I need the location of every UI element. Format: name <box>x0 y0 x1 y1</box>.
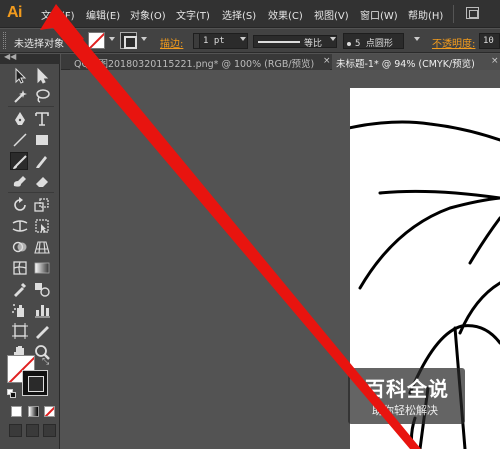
opacity-field[interactable]: 10 <box>479 33 500 49</box>
eraser-tool-icon[interactable] <box>33 172 51 190</box>
none-mode-icon[interactable] <box>44 406 55 417</box>
tools-panel-header: ◀◀ <box>0 52 60 64</box>
draw-inside-icon[interactable] <box>43 424 56 437</box>
stroke-panel-link[interactable]: 描边: <box>160 35 183 50</box>
grip-handle[interactable] <box>3 32 6 49</box>
menu-effect[interactable]: 效果(C) <box>268 7 303 22</box>
menu-type[interactable]: 文字(T) <box>176 7 210 22</box>
selection-status: 未选择对象 <box>14 39 64 50</box>
menu-select[interactable]: 选择(S) <box>222 7 256 22</box>
scale-tool-icon[interactable] <box>33 196 51 214</box>
default-stroke-icon <box>10 392 16 398</box>
fill-swatch[interactable] <box>88 32 105 49</box>
stroke-color-box[interactable] <box>22 370 48 396</box>
profile-line-icon <box>258 41 300 43</box>
document-tab-bar: QQ截图20180320115221.png* @ 100% (RGB/预览) … <box>61 54 500 70</box>
stroke-dropdown-icon[interactable] <box>141 37 147 41</box>
document-tab-label: 未标题-1* @ 94% (CMYK/预览) <box>336 59 475 70</box>
selection-tool-icon[interactable] <box>11 67 29 85</box>
stroke-weight-dropdown-icon[interactable] <box>240 37 246 41</box>
direct-selection-tool-icon[interactable] <box>33 67 51 85</box>
document-tab-label: QQ截图20180320115221.png* @ 100% (RGB/预览) <box>74 59 315 70</box>
screen-mode-icon[interactable] <box>26 424 39 437</box>
watermark-badge: 百科全说 助你轻松解决 <box>348 368 465 424</box>
blob-brush-tool-icon[interactable] <box>11 172 29 190</box>
app-logo[interactable]: Ai <box>7 4 23 22</box>
document-tab-untitled[interactable]: 未标题-1* @ 94% (CMYK/预览) <box>332 54 500 70</box>
column-graph-tool-icon[interactable] <box>33 301 51 319</box>
menu-object[interactable]: 对象(O) <box>130 7 166 22</box>
menu-view[interactable]: 视图(V) <box>314 7 349 22</box>
line-segment-tool-icon[interactable] <box>11 131 29 149</box>
close-tab-icon[interactable]: × <box>491 56 499 66</box>
artboard-tool-icon[interactable] <box>11 322 29 340</box>
watermark-subtitle: 助你轻松解决 <box>372 404 438 417</box>
gradient-tool-icon[interactable] <box>33 259 51 277</box>
perspective-grid-tool-icon[interactable] <box>33 238 51 256</box>
magic-wand-tool-icon[interactable] <box>11 87 29 105</box>
close-tab-icon[interactable]: × <box>323 56 331 66</box>
menu-help[interactable]: 帮助(H) <box>408 7 443 22</box>
blend-tool-icon[interactable] <box>33 280 51 298</box>
tools-divider <box>8 106 54 107</box>
eyedropper-tool-icon[interactable] <box>11 280 29 298</box>
document-tab-png[interactable]: QQ截图20180320115221.png* @ 100% (RGB/预览) <box>70 54 330 70</box>
workspace-icon[interactable] <box>466 7 479 19</box>
fill-dropdown-icon[interactable] <box>109 37 115 41</box>
profile-label: 等比 <box>304 39 323 49</box>
gradient-mode-icon[interactable] <box>28 406 39 417</box>
rotate-tool-icon[interactable] <box>11 196 29 214</box>
menu-window[interactable]: 窗口(W) <box>360 7 398 22</box>
tools-divider <box>8 192 54 193</box>
menu-bar: Ai 文件(F) 编辑(E) 对象(O) 文字(T) 选择(S) 效果(C) 视… <box>0 0 500 28</box>
draw-normal-icon[interactable] <box>9 424 22 437</box>
opacity-link[interactable]: 不透明度: <box>432 35 475 50</box>
stroke-weight-field[interactable]: 1 pt <box>199 33 248 49</box>
control-bar: 未选择对象 描边: 1 pt 等比 5 点圆形 不透明度: 10 <box>0 29 500 53</box>
free-transform-tool-icon[interactable] <box>33 217 51 235</box>
tools-panel: ◀◀ ⤡ <box>0 52 60 449</box>
menu-edit[interactable]: 编辑(E) <box>86 7 120 22</box>
type-tool-icon[interactable] <box>33 110 51 128</box>
pencil-tool-icon[interactable] <box>33 152 51 170</box>
rectangle-tool-icon[interactable] <box>33 131 51 149</box>
collapse-icon[interactable]: ◀◀ <box>4 52 16 61</box>
brush-label: 5 点圆形 <box>355 39 393 49</box>
brush-dot-icon <box>347 41 351 46</box>
menu-divider <box>453 5 454 23</box>
watermark-title: 百科全说 <box>365 377 449 401</box>
variable-width-profile[interactable]: 等比 <box>253 35 337 49</box>
menu-file[interactable]: 文件(F) <box>41 7 75 22</box>
shape-builder-tool-icon[interactable] <box>11 238 29 256</box>
pen-tool-icon[interactable] <box>11 110 29 128</box>
paintbrush-tool-icon[interactable] <box>10 152 28 170</box>
swap-colors-icon[interactable]: ⤡ <box>42 357 49 367</box>
default-colors-icon[interactable] <box>7 389 16 398</box>
mesh-tool-icon[interactable] <box>11 259 29 277</box>
width-tool-icon[interactable] <box>11 217 29 235</box>
brush-definition[interactable]: 5 点圆形 <box>343 33 404 49</box>
stroke-swatch[interactable] <box>120 32 137 49</box>
slice-tool-icon[interactable] <box>33 322 51 340</box>
symbol-sprayer-tool-icon[interactable] <box>11 301 29 319</box>
brush-dropdown-icon[interactable] <box>414 37 420 41</box>
profile-dropdown-icon[interactable] <box>330 37 336 41</box>
color-mode-icon[interactable] <box>11 406 22 417</box>
lasso-tool-icon[interactable] <box>33 87 51 105</box>
